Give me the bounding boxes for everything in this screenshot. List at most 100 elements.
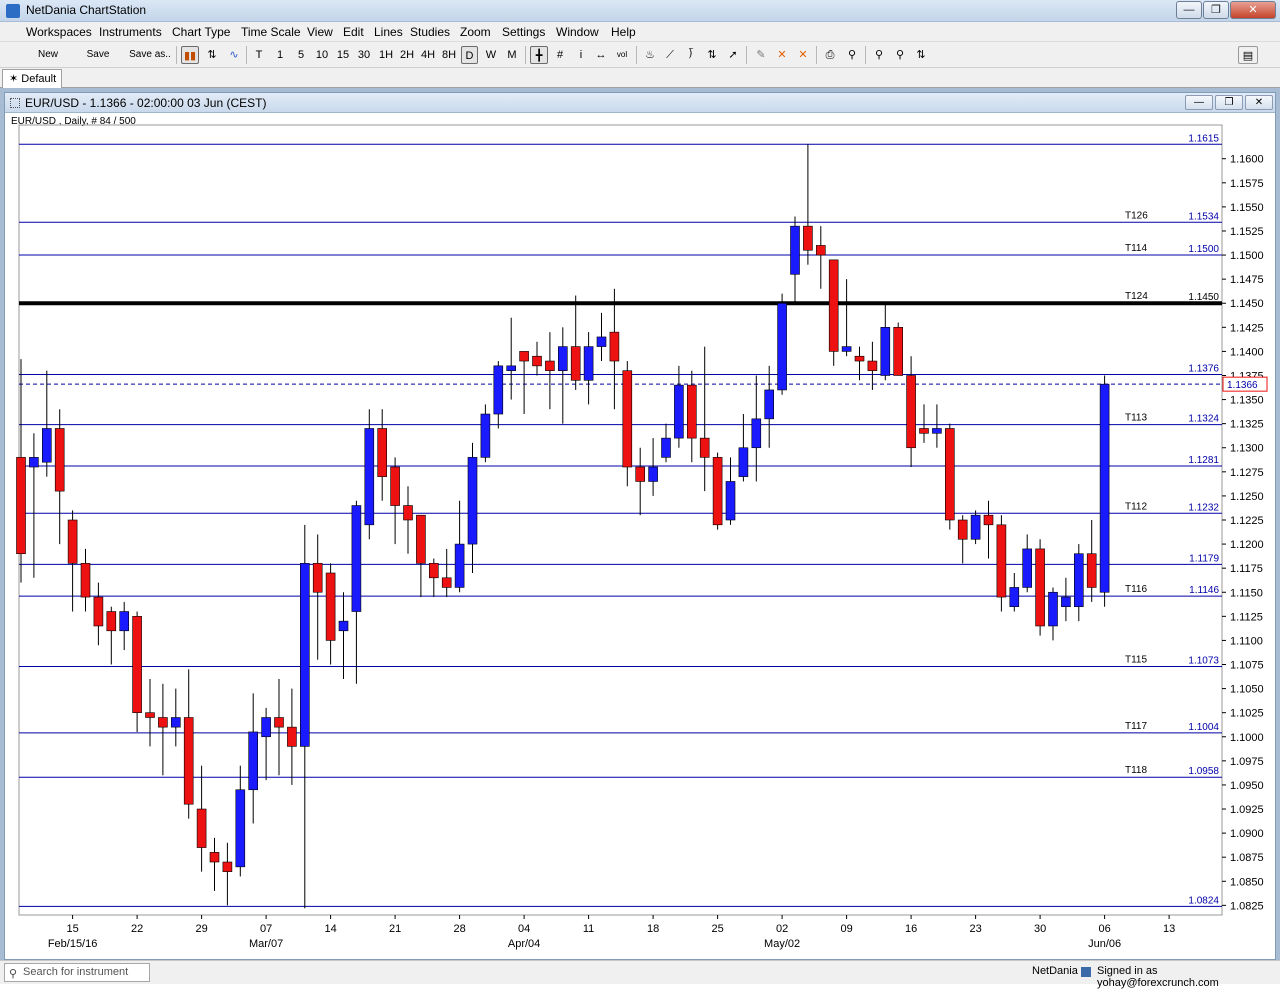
horizontal-line-value: 1.1376 — [1188, 364, 1219, 375]
candle-body — [738, 447, 749, 477]
timescale-1m[interactable]: 1 — [274, 46, 286, 64]
zoom-out-icon[interactable]: ⚲ — [891, 46, 909, 64]
timescale-monthly[interactable]: M — [504, 46, 520, 64]
y-tick-label: 1.1025 — [1230, 708, 1264, 720]
timescale-weekly[interactable]: W — [483, 46, 499, 64]
candle-body — [712, 457, 723, 526]
search-icon: ⚲ — [9, 968, 18, 980]
menu-chart-type[interactable]: Chart Type — [172, 25, 230, 39]
menu-studies[interactable]: Studies — [410, 25, 450, 39]
chart-restore-button[interactable]: ❐ — [1215, 95, 1243, 110]
candle-body — [996, 524, 1007, 598]
maximize-button[interactable]: ❐ — [1203, 1, 1229, 19]
timescale-30m[interactable]: 30 — [355, 46, 373, 64]
close-button[interactable]: ✕ — [1230, 1, 1276, 19]
grid-icon[interactable]: # — [551, 46, 569, 64]
timescale-5m[interactable]: 5 — [295, 46, 307, 64]
y-tick-label: 1.1150 — [1230, 587, 1263, 599]
menu-settings[interactable]: Settings — [502, 25, 545, 39]
candle-body — [583, 346, 594, 381]
timescale-daily[interactable]: D — [461, 46, 478, 64]
horizontal-line-value: 1.1004 — [1188, 722, 1219, 733]
menu-zoom[interactable]: Zoom — [460, 25, 491, 39]
menu-help[interactable]: Help — [611, 25, 636, 39]
menu-bar: Workspaces Instruments Chart Type Time S… — [0, 22, 1280, 42]
y-tick-label: 1.1000 — [1230, 732, 1264, 744]
ohlc-bar-icon[interactable]: ⇅ — [203, 46, 221, 64]
line-tool-icon[interactable]: ⟌ — [682, 46, 700, 64]
menu-edit[interactable]: Edit — [343, 25, 364, 39]
y-tick-label: 1.1050 — [1230, 684, 1264, 696]
y-tick-label: 1.1425 — [1230, 322, 1264, 334]
tab-label: Default — [21, 73, 57, 85]
print-preview-icon[interactable]: ⚲ — [843, 46, 861, 64]
candle-body — [532, 355, 542, 367]
workspace-area: EUR/USD - 1.1366 - 02:00:00 03 Jun (CEST… — [0, 88, 1280, 960]
y-tick-label: 1.1125 — [1230, 611, 1263, 623]
candle-body — [1022, 548, 1033, 588]
y-tick-label: 1.1325 — [1230, 419, 1264, 431]
timescale-15m[interactable]: 15 — [334, 46, 352, 64]
menu-instruments[interactable]: Instruments — [99, 25, 162, 39]
timescale-tick[interactable]: T — [253, 46, 265, 64]
candle-body — [815, 245, 826, 256]
candle-body — [145, 712, 155, 718]
x-tick-label: 18 — [647, 923, 659, 935]
candle-body — [893, 327, 904, 376]
volume-icon[interactable]: vol — [613, 46, 631, 64]
candle-body — [403, 505, 413, 521]
candle-body — [41, 428, 52, 463]
candle-body — [416, 514, 426, 564]
y-tick-label: 1.1575 — [1230, 178, 1264, 190]
candle-body — [1074, 553, 1084, 608]
fibonacci-icon[interactable]: ⇅ — [703, 46, 721, 64]
chart-close-button[interactable]: ✕ — [1245, 95, 1273, 110]
arrow-tool-icon[interactable]: ➚ — [724, 46, 742, 64]
y-tick-label: 1.0950 — [1230, 780, 1264, 792]
price-chart[interactable]: EUR/USD , Daily, # 84 / 5001.16001.15751… — [5, 113, 1275, 959]
panel-toggle-icon[interactable]: ▤ — [1238, 46, 1258, 64]
info-icon[interactable]: i — [573, 46, 589, 64]
save-button[interactable]: Save — [85, 46, 111, 64]
horizontal-line-label: T116 — [1125, 584, 1147, 595]
candlestick-icon[interactable]: ▮▮ — [181, 46, 199, 64]
horizontal-line-value: 1.1232 — [1188, 502, 1219, 513]
x-tick-label: 29 — [195, 923, 207, 935]
candle-body — [80, 563, 91, 598]
minimize-button[interactable]: — — [1176, 1, 1202, 19]
menu-workspaces[interactable]: Workspaces — [26, 25, 92, 39]
new-button[interactable]: New — [36, 46, 60, 64]
y-tick-label: 1.1200 — [1230, 539, 1264, 551]
candle-body — [790, 225, 800, 275]
candle-body — [235, 789, 246, 868]
trendline-icon[interactable]: ⟋ — [661, 46, 679, 64]
candle-body — [867, 360, 878, 371]
timescale-2h[interactable]: 2H — [397, 46, 417, 64]
menu-view[interactable]: View — [307, 25, 333, 39]
candle-body — [699, 437, 710, 458]
menu-lines[interactable]: Lines — [374, 25, 403, 39]
menu-window[interactable]: Window — [556, 25, 599, 39]
line-chart-icon[interactable]: ∿ — [225, 46, 243, 64]
timescale-1h[interactable]: 1H — [376, 46, 396, 64]
menu-time-scale[interactable]: Time Scale — [241, 25, 301, 39]
instrument-search[interactable]: ⚲ Search for instrument — [4, 963, 150, 982]
crosshair-icon[interactable]: ╋ — [530, 46, 548, 64]
horizontal-line-value: 1.1615 — [1188, 133, 1219, 144]
horizontal-line-value: 1.1179 — [1189, 553, 1219, 564]
delete-all-icon[interactable]: ✕ — [794, 46, 812, 64]
chart-minimize-button[interactable]: — — [1185, 95, 1213, 110]
candle-body — [545, 360, 555, 371]
save-as-button[interactable]: Save as.. — [127, 46, 173, 64]
delete-icon[interactable]: ✕ — [773, 46, 791, 64]
pen-icon[interactable]: ✎ — [752, 46, 770, 64]
print-icon[interactable]: ⎙ — [821, 46, 839, 64]
zoom-in-icon[interactable]: ⚲ — [870, 46, 888, 64]
timescale-4h[interactable]: 4H — [418, 46, 438, 64]
tab-default[interactable]: ✶ Default — [2, 69, 62, 88]
scroll-arrows-icon[interactable]: ↔ — [592, 46, 610, 64]
zoom-fit-icon[interactable]: ⇅ — [912, 46, 930, 64]
timescale-8h[interactable]: 8H — [439, 46, 459, 64]
bell-icon[interactable]: ♨ — [641, 46, 659, 64]
timescale-10m[interactable]: 10 — [313, 46, 331, 64]
